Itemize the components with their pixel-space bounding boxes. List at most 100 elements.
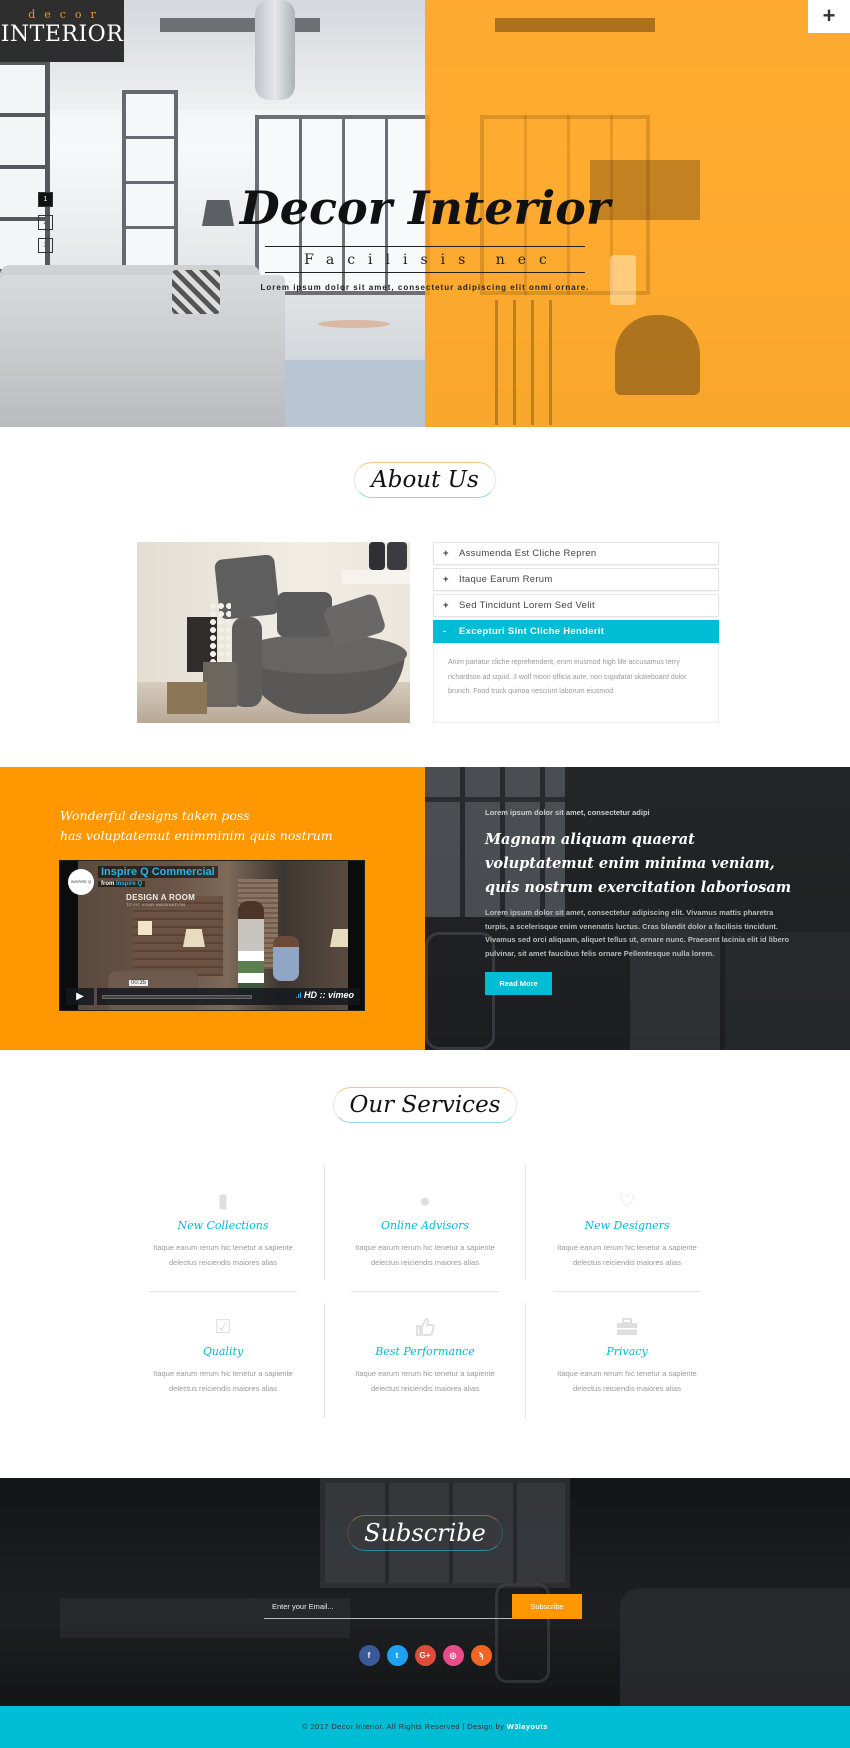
subscribe-form: Subscribe bbox=[264, 1594, 582, 1619]
service-desc-line: delectus reiciendis maiores alias bbox=[169, 1384, 277, 1393]
video-progress-track[interactable] bbox=[102, 995, 252, 999]
facebook-icon[interactable]: f bbox=[358, 1645, 380, 1666]
accordion-item-label: Excepturi Sint Cliche Henderit bbox=[459, 626, 605, 637]
google-plus-icon[interactable]: G+ bbox=[414, 1645, 436, 1666]
accordion-item-2[interactable]: + Itaque Earum Rerum bbox=[433, 568, 719, 591]
service-description: Itaque earum rerum hic tenetur a sapient… bbox=[526, 1366, 728, 1396]
accordion-item-label: Assumenda Est Cliche Repren bbox=[459, 548, 597, 559]
video-controls: ▶ 00:35 .ıl HD :: vimeo bbox=[66, 980, 360, 1005]
w3layouts-link[interactable]: W3layouts bbox=[507, 1722, 548, 1731]
read-more-button[interactable]: Read More bbox=[485, 972, 552, 995]
video-title-link[interactable]: Inspire Q Commercial bbox=[98, 866, 218, 878]
accordion-panel-body: Anim pariatur cliche reprehenderit, enim… bbox=[433, 643, 719, 723]
volume-icon[interactable]: .ıl bbox=[296, 993, 302, 1000]
site-logo[interactable]: decor INTERIOR bbox=[0, 0, 124, 62]
rss-icon[interactable]: ϡ bbox=[470, 1645, 492, 1666]
about-section-title: About Us bbox=[0, 462, 850, 498]
vimeo-video-player[interactable]: INSPIRE Q Inspire Q Commercial from Insp… bbox=[59, 860, 365, 1011]
minus-icon: - bbox=[443, 626, 447, 637]
about-image-basket bbox=[167, 682, 207, 714]
hd-toggle[interactable]: HD bbox=[304, 990, 317, 1000]
service-description: Itaque earum rerum hic tenetur a sapient… bbox=[122, 1366, 324, 1396]
about-image-flowers bbox=[209, 602, 231, 662]
thumbs-up-icon-svg bbox=[416, 1318, 435, 1336]
play-icon: ▶ bbox=[76, 991, 84, 1002]
subscribe-section bbox=[0, 1478, 850, 1706]
subscribe-button[interactable]: Subscribe bbox=[512, 1594, 582, 1619]
twitter-icon[interactable]: t bbox=[386, 1645, 408, 1666]
service-desc-line: Itaque earum rerum hic tenetur a sapient… bbox=[153, 1369, 293, 1378]
hero-image-sofa bbox=[0, 275, 285, 427]
subscribe-section-title: Subscribe bbox=[0, 1515, 850, 1551]
video-duration: 00:35 bbox=[129, 980, 149, 986]
hero-image-duct bbox=[255, 0, 295, 100]
hero-divider bbox=[265, 272, 585, 273]
tagline-line-1: Wonderful designs taken poss bbox=[60, 808, 250, 823]
video-channel-avatar[interactable]: INSPIRE Q bbox=[68, 869, 94, 895]
slide-dot-2[interactable]: 2 bbox=[38, 215, 53, 230]
accordion-item-4[interactable]: - Excepturi Sint Cliche Henderit bbox=[433, 620, 719, 643]
heart-icon: ♡ bbox=[618, 1191, 636, 1212]
service-name[interactable]: Quality bbox=[122, 1345, 324, 1358]
service-description: Itaque earum rerum hic tenetur a sapient… bbox=[526, 1240, 728, 1270]
social-links: f t G+ ◎ ϡ bbox=[0, 1645, 850, 1666]
service-desc-line: Itaque earum rerum hic tenetur a sapient… bbox=[153, 1243, 293, 1252]
accordion-item-1[interactable]: + Assumenda Est Cliche Repren bbox=[433, 542, 719, 565]
service-description: Itaque earum rerum hic tenetur a sapient… bbox=[325, 1366, 525, 1396]
about-accordion: + Assumenda Est Cliche Repren + Itaque Ear… bbox=[433, 542, 719, 723]
service-name[interactable]: New Collections bbox=[122, 1219, 324, 1232]
about-image-chair-seat bbox=[237, 634, 407, 674]
service-name[interactable]: Privacy bbox=[526, 1345, 728, 1358]
user-icon: ● bbox=[419, 1191, 431, 1212]
about-image-vase bbox=[369, 542, 385, 570]
service-desc-line: Itaque earum rerum hic tenetur a sapient… bbox=[557, 1243, 697, 1252]
video-byline: from Inspire Q bbox=[98, 881, 146, 887]
accordion-item-label: Sed Tincidunt Lorem Sed Velit bbox=[459, 600, 595, 611]
services-divider bbox=[122, 1280, 728, 1303]
service-card: Best Performance Itaque earum rerum hic … bbox=[324, 1303, 526, 1418]
feature-headline: Magnam aliquam quaerat voluptatemut enim… bbox=[485, 831, 792, 896]
plus-icon: + bbox=[443, 600, 449, 611]
hero-image-light bbox=[160, 18, 320, 32]
service-card: ▮ New Collections Itaque earum rerum hic… bbox=[122, 1165, 324, 1280]
service-card: Privacy Itaque earum rerum hic tenetur a… bbox=[526, 1303, 728, 1418]
service-desc-line: Itaque earum rerum hic tenetur a sapient… bbox=[355, 1369, 495, 1378]
feature-paragraph: Lorem ipsum dolor sit amet, consectetur … bbox=[485, 908, 790, 958]
accordion-item-3[interactable]: + Sed Tincidunt Lorem Sed Velit bbox=[433, 594, 719, 617]
video-author-link[interactable]: Inspire Q bbox=[116, 881, 142, 887]
video-overlay-text: DESIGN A ROOM TO FIT YOUR IMAGINATION bbox=[126, 893, 195, 907]
hero-subtitle: Facilisis nec bbox=[304, 252, 560, 268]
video-scene-person bbox=[273, 936, 299, 981]
service-name[interactable]: Best Performance bbox=[325, 1345, 525, 1358]
slide-dot-1[interactable]: 1 bbox=[38, 192, 53, 207]
plus-icon: + bbox=[443, 548, 449, 559]
bar-chart-icon: ▮ bbox=[217, 1191, 229, 1212]
plus-icon: + bbox=[443, 574, 449, 585]
dribbble-icon[interactable]: ◎ bbox=[442, 1645, 464, 1666]
logo-big-text: INTERIOR bbox=[0, 22, 124, 47]
menu-toggle-button[interactable]: + bbox=[808, 0, 850, 33]
video-control-bar: 00:35 .ıl HD :: vimeo bbox=[97, 980, 360, 1005]
service-name[interactable]: Online Advisors bbox=[325, 1219, 525, 1232]
slide-dot-3[interactable]: 3 bbox=[38, 238, 53, 253]
hero-image-floor bbox=[285, 360, 425, 427]
about-image-vase bbox=[387, 542, 407, 570]
hero-image-light bbox=[495, 18, 655, 32]
service-name[interactable]: New Designers bbox=[526, 1219, 728, 1232]
subscribe-heading: Subscribe bbox=[347, 1515, 503, 1551]
accordion-item-label: Itaque Earum Rerum bbox=[459, 574, 553, 585]
slider-pager: 1 2 3 bbox=[38, 192, 53, 261]
copyright-text: © 2017 Decor Interior. All Rights Reserv… bbox=[302, 1722, 505, 1731]
divider-line bbox=[553, 1291, 701, 1292]
play-button[interactable]: ▶ bbox=[66, 988, 94, 1005]
tagline-line-2: has voluptatemut enimminim quis nostrum bbox=[60, 828, 333, 843]
service-desc-line: delectus reiciendis maiores alias bbox=[371, 1258, 479, 1267]
about-image-armchair bbox=[137, 542, 410, 723]
service-desc-line: Itaque earum rerum hic tenetur a sapient… bbox=[557, 1369, 697, 1378]
service-card: ♡ New Designers Itaque earum rerum hic t… bbox=[526, 1165, 728, 1280]
service-desc-line: Itaque earum rerum hic tenetur a sapient… bbox=[355, 1243, 495, 1252]
services-grid: ▮ New Collections Itaque earum rerum hic… bbox=[122, 1165, 728, 1418]
vimeo-logo[interactable]: vimeo bbox=[328, 990, 354, 1000]
email-input[interactable] bbox=[264, 1594, 512, 1619]
video-scene-person bbox=[238, 901, 264, 1001]
